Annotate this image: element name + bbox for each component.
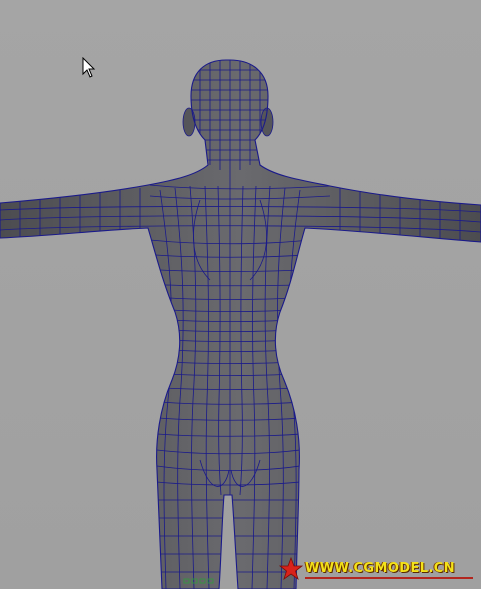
3d-viewport[interactable]: WWW.CGMODEL.CN [0,0,481,589]
watermark-text: WWW.CGMODEL.CN [305,561,456,576]
watermark: WWW.CGMODEL.CN [279,557,477,583]
view-axis-indicator [183,577,217,587]
star-icon [279,557,303,581]
character-mesh[interactable] [0,0,481,589]
arrow-cursor-icon [82,57,96,78]
watermark-underline [305,577,473,579]
